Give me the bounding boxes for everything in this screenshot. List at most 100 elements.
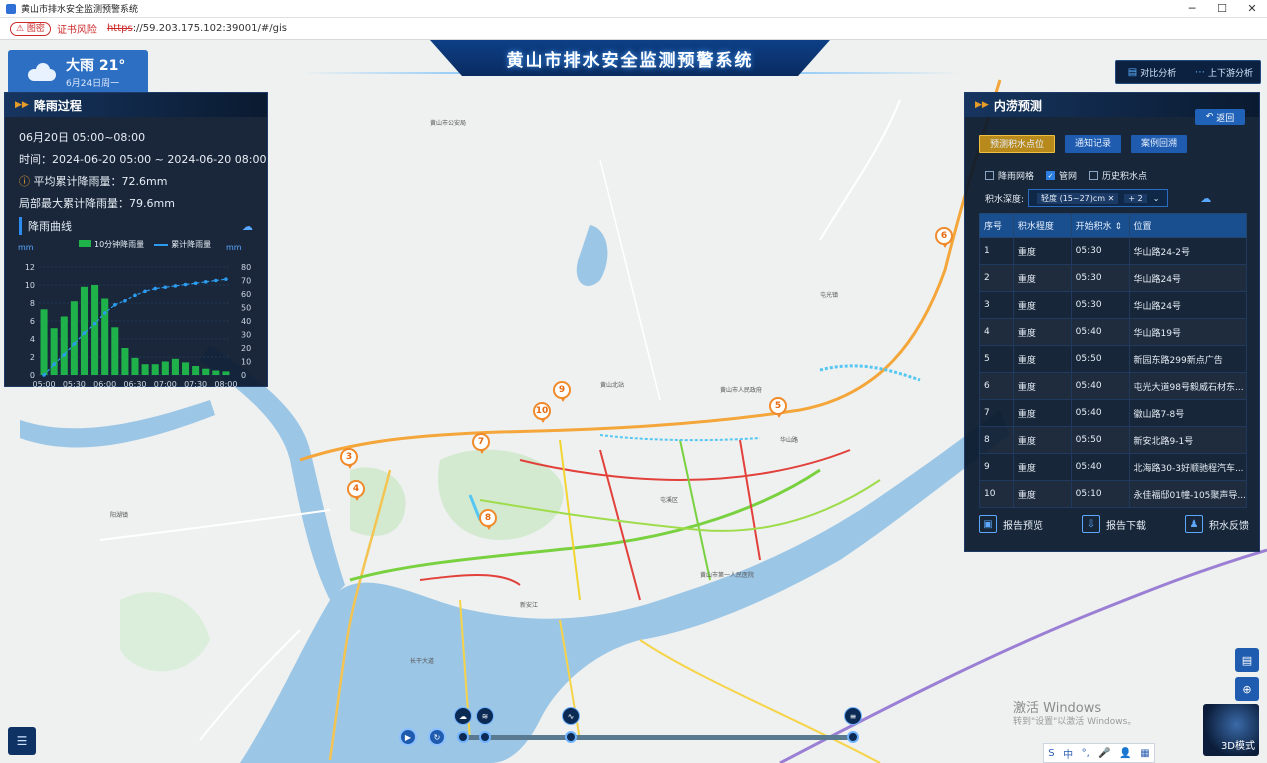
- cloud-download-icon[interactable]: ☁: [1200, 192, 1211, 205]
- table-cell: 永佳福邸01幢-105聚声导...: [1128, 480, 1248, 508]
- 3d-mode-button[interactable]: 3D模式: [1203, 704, 1259, 756]
- panel-title: 降雨过程: [33, 98, 82, 113]
- bar: [192, 366, 200, 375]
- table-row[interactable]: 2 重度 05:30 华山路24号: [979, 264, 1248, 292]
- timeline-node[interactable]: [479, 731, 491, 743]
- col-header-sortable[interactable]: 开始积水 ⇕: [1070, 213, 1130, 238]
- back-button[interactable]: ↶ 返回: [1195, 109, 1245, 125]
- tab-predicted-points[interactable]: 预测积水点位: [979, 135, 1056, 153]
- expressway: [299, 79, 1002, 462]
- y-tick-right: 30: [241, 331, 251, 340]
- weather-event-icon[interactable]: ☁: [454, 707, 472, 725]
- replay-button[interactable]: ↻: [428, 728, 446, 746]
- minimize-button[interactable]: ─: [1177, 0, 1207, 18]
- rain-average: ⓘ 平均累计降雨量：72.6mm: [19, 171, 267, 193]
- table-cell: 8: [979, 426, 1014, 454]
- table-row[interactable]: 9 重度 05:40 北海路30-3好顺驰程汽车...: [979, 453, 1248, 481]
- map-label: 屯光镇: [820, 292, 839, 299]
- table-cell: 05:30: [1070, 291, 1130, 319]
- table-cell: 05:10: [1070, 480, 1130, 508]
- depth-tag[interactable]: 轻度 (15~27)cm ✕: [1037, 192, 1119, 204]
- double-chevron-icon: ▶▶: [975, 100, 989, 110]
- table-row[interactable]: 5 重度 05:50 新园东路299新点广告: [979, 345, 1248, 373]
- ime-logo-icon[interactable]: S: [1048, 748, 1054, 759]
- timeline-node[interactable]: [457, 731, 469, 743]
- waterlog-marker[interactable]: 10: [533, 402, 551, 423]
- url-text[interactable]: https://59.203.175.102:39001/#/gis: [107, 23, 287, 34]
- table-row[interactable]: 3 重度 05:30 华山路24号: [979, 291, 1248, 319]
- chevron-down-icon[interactable]: ⌄: [1153, 194, 1160, 203]
- park: [438, 449, 564, 540]
- security-badge[interactable]: ⚠ 图密: [10, 21, 51, 36]
- table-cell: 新安北路9-1号: [1128, 426, 1248, 454]
- grid-icon[interactable]: ▦: [1140, 748, 1149, 759]
- waterlog-marker[interactable]: 3: [340, 448, 358, 469]
- ime-toolbar[interactable]: S 中 °, 🎤 👤 ▦: [1043, 743, 1155, 763]
- security-warning-text[interactable]: 证书风险: [57, 21, 97, 36]
- table-cell: 重度: [1012, 291, 1072, 319]
- waterlog-marker[interactable]: 6: [935, 227, 953, 248]
- depth-select[interactable]: 轻度 (15~27)cm ✕ + 2 ⌄: [1028, 189, 1169, 207]
- cumulative-point: [183, 282, 188, 287]
- pulse-event-icon[interactable]: ∿: [562, 707, 580, 725]
- cloud-download-icon[interactable]: ☁: [242, 220, 253, 233]
- analysis-toolbar: ▤ 对比分析 ⋯ 上下游分析: [1115, 60, 1261, 84]
- bar: [141, 364, 149, 375]
- locate-button[interactable]: ⊕: [1235, 677, 1259, 701]
- table-row[interactable]: 6 重度 05:40 屯光大道98号毅威石材东...: [979, 372, 1248, 400]
- checkbox[interactable]: [1089, 171, 1099, 180]
- user-icon[interactable]: 👤: [1119, 748, 1131, 759]
- table-cell: 5: [979, 345, 1014, 373]
- maximize-button[interactable]: ☐: [1207, 0, 1237, 18]
- timeline-node[interactable]: [847, 731, 859, 743]
- flood-event-icon[interactable]: ≋: [476, 707, 494, 725]
- tab-case-review[interactable]: 案例回溯: [1131, 135, 1188, 153]
- y-tick-right: 10: [241, 358, 251, 367]
- table-cell: 1: [979, 237, 1014, 265]
- waterlog-marker[interactable]: 7: [472, 433, 490, 454]
- microphone-icon[interactable]: 🎤: [1098, 748, 1110, 759]
- table-cell: 重度: [1012, 426, 1072, 454]
- report-download-button[interactable]: ⇩ 报告下载: [1082, 515, 1146, 533]
- checkbox[interactable]: [985, 171, 994, 180]
- waterlog-marker[interactable]: 4: [347, 480, 365, 501]
- map-label: 阳湖镇: [110, 512, 129, 519]
- layer-list-button[interactable]: ☰: [8, 727, 36, 755]
- check-rain-grid[interactable]: 降雨网格: [985, 169, 1034, 182]
- table-row[interactable]: 4 重度 05:40 华山路19号: [979, 318, 1248, 346]
- cumulative-point: [42, 373, 46, 377]
- road-green: [349, 468, 821, 582]
- waterlog-feedback-button[interactable]: ♟ 积水反馈: [1185, 515, 1249, 533]
- x-tick-label: 07:00: [154, 380, 177, 389]
- report-preview-button[interactable]: ▣ 报告预览: [979, 515, 1043, 533]
- table-row[interactable]: 7 重度 05:40 徽山路7-8号: [979, 399, 1248, 427]
- window-title: 黄山市排水安全监测预警系统: [21, 5, 139, 15]
- close-button[interactable]: ✕: [1237, 0, 1267, 18]
- bar: [202, 368, 210, 375]
- checkbox-checked[interactable]: ✓: [1046, 171, 1056, 180]
- cumulative-point: [92, 321, 97, 326]
- table-row[interactable]: 1 重度 05:30 华山路24-2号: [979, 237, 1248, 265]
- table-row[interactable]: 8 重度 05:50 新安北路9-1号: [979, 426, 1248, 454]
- compare-analysis-button[interactable]: ▤ 对比分析: [1116, 66, 1188, 79]
- waterlog-marker[interactable]: 5: [769, 397, 787, 418]
- toolbox-button[interactable]: ▤: [1235, 648, 1259, 672]
- play-button[interactable]: ▶: [399, 728, 417, 746]
- check-history-points[interactable]: 历史积水点: [1089, 169, 1147, 182]
- cumulative-point: [173, 284, 178, 288]
- check-pipe-network[interactable]: ✓ 管网: [1046, 169, 1077, 182]
- timeline-node[interactable]: [565, 731, 577, 743]
- address-bar[interactable]: ⚠ 图密 证书风险 https://59.203.175.102:39001/#…: [0, 18, 1267, 40]
- timeline-track[interactable]: [458, 735, 856, 740]
- river-west: [20, 400, 215, 448]
- table-row[interactable]: 10 重度 05:10 永佳福邸01幢-105聚声导...: [979, 480, 1248, 508]
- x-tick-label: 07:30: [184, 380, 207, 389]
- ime-punct-icon[interactable]: °,: [1082, 748, 1090, 759]
- tab-notification-records[interactable]: 通知记录: [1065, 135, 1122, 153]
- ime-lang[interactable]: 中: [1063, 746, 1073, 761]
- table-cell: 重度: [1012, 237, 1072, 265]
- alert-event-icon[interactable]: ≡: [844, 707, 862, 725]
- updown-analysis-button[interactable]: ⋯ 上下游分析: [1188, 66, 1260, 79]
- waterlog-marker[interactable]: 8: [479, 509, 497, 530]
- waterlog-marker[interactable]: 9: [553, 381, 571, 402]
